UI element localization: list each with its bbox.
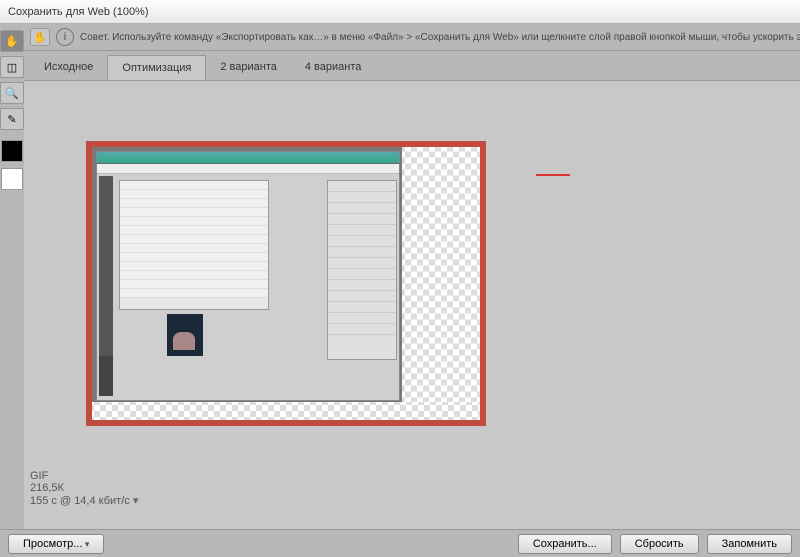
annotation-arrow: [536, 174, 570, 176]
toggle-swatch[interactable]: [1, 168, 23, 190]
info-format: GIF: [30, 470, 138, 482]
dialog-footer: Просмотр... Сохранить... Сбросить Запомн…: [0, 529, 800, 557]
tab-optimized[interactable]: Оптимизация: [107, 55, 206, 80]
tab-4up[interactable]: 4 варианта: [291, 55, 376, 80]
info-icon: i: [56, 28, 74, 46]
window-titlebar: Сохранить для Web (100%): [0, 0, 800, 24]
tab-2up[interactable]: 2 варианта: [206, 55, 291, 80]
tip-bar: ✋ i Совет. Используйте команду «Экспорти…: [24, 24, 800, 51]
slice-tool[interactable]: ◫: [0, 56, 24, 78]
tip-text: Совет. Используйте команду «Экспортирова…: [80, 32, 800, 43]
canvas-area[interactable]: GIF 216,5К 155 с @ 14,4 кбит/с ▾ Дизерин…: [24, 81, 800, 535]
save-button[interactable]: Сохранить...: [518, 534, 612, 554]
tab-original[interactable]: Исходное: [30, 55, 107, 80]
preview-button[interactable]: Просмотр...: [8, 534, 104, 554]
hand-icon: ✋: [30, 28, 50, 46]
foreground-swatch[interactable]: [1, 140, 23, 162]
format-info: GIF 216,5К 155 с @ 14,4 кбит/с ▾: [30, 470, 138, 507]
tool-column: ✋ ◫ 🔍 ✎: [0, 24, 24, 557]
eyedropper-tool[interactable]: ✎: [0, 108, 24, 130]
cancel-button[interactable]: Сбросить: [620, 534, 699, 554]
window-title: Сохранить для Web (100%): [8, 6, 149, 18]
remember-button[interactable]: Запомнить: [707, 534, 792, 554]
info-size: 216,5К: [30, 482, 138, 494]
hand-tool[interactable]: ✋: [0, 30, 24, 52]
zoom-tool[interactable]: 🔍: [0, 82, 24, 104]
view-tabs: Исходное Оптимизация 2 варианта 4 вариан…: [24, 51, 800, 81]
preview-image: [86, 141, 486, 426]
info-speed: 155 с @ 14,4 кбит/с: [30, 495, 130, 507]
